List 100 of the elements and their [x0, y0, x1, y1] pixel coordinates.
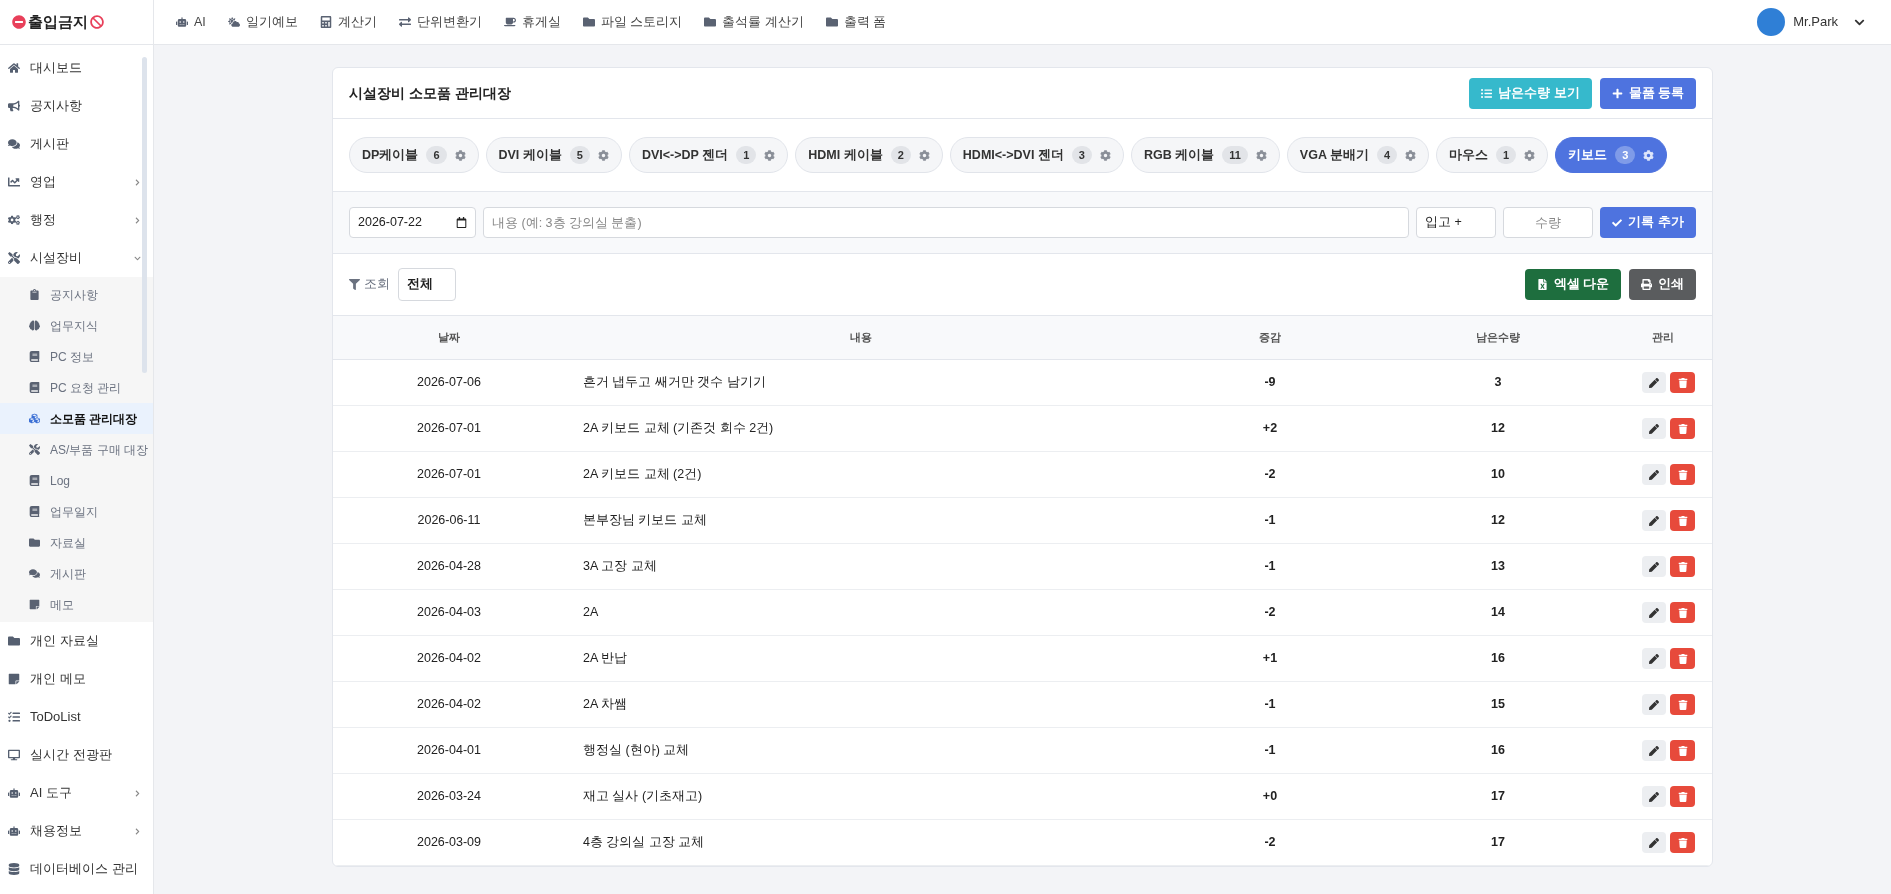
nav-link[interactable]: 일기예보 — [227, 12, 298, 32]
table-cell-text: 3A 고장 교체 — [582, 558, 658, 576]
edit-button[interactable] — [1642, 464, 1666, 485]
pencil-icon — [1649, 791, 1659, 802]
edit-button[interactable] — [1642, 694, 1666, 715]
delete-button[interactable] — [1670, 372, 1695, 393]
submenu-item[interactable]: 게시판 — [0, 558, 153, 589]
settings-icon[interactable] — [597, 149, 609, 161]
table-cell-text: 2026-07-01 — [417, 466, 481, 484]
delete-button[interactable] — [1670, 740, 1695, 761]
settings-icon[interactable] — [918, 149, 930, 161]
edit-button[interactable] — [1642, 648, 1666, 669]
count-badge: 1 — [1496, 146, 1517, 164]
pencil-icon — [1649, 837, 1659, 848]
quantity-input[interactable]: 수량 — [1503, 207, 1593, 238]
edit-button[interactable] — [1642, 740, 1666, 761]
edit-button[interactable] — [1642, 418, 1666, 439]
settings-icon[interactable] — [1643, 149, 1655, 161]
sidebar-item[interactable]: 개인 자료실 — [0, 622, 153, 660]
delete-button[interactable] — [1670, 786, 1695, 807]
edit-button[interactable] — [1642, 602, 1666, 623]
submenu-item[interactable]: PC 요청 관리 — [0, 372, 153, 403]
delete-button[interactable] — [1670, 510, 1695, 531]
delete-button[interactable] — [1670, 694, 1695, 715]
table-cell-text: 2026-03-24 — [417, 788, 481, 806]
plus-icon — [1611, 87, 1623, 99]
nav-link[interactable]: 계산기 — [319, 12, 377, 32]
trash-icon — [1677, 745, 1688, 756]
delete-button[interactable] — [1670, 832, 1695, 853]
settings-icon[interactable] — [454, 149, 466, 161]
robot-icon — [176, 16, 188, 28]
sidebar-item[interactable]: 행정 — [0, 201, 153, 239]
sidebar-item[interactable]: 채용정보 — [0, 812, 153, 850]
nav-link[interactable]: 파일 스토리지 — [582, 12, 683, 32]
table-cell-text: 행정실 (현아) 교체 — [582, 742, 691, 760]
submenu-item[interactable]: 메모 — [0, 589, 153, 620]
sidebar-item[interactable]: 실시간 전광판 — [0, 736, 153, 774]
sidebar-item[interactable]: AI 도구 — [0, 774, 153, 812]
category-chip[interactable]: DP케이블 6 — [349, 137, 479, 173]
category-chip[interactable]: RGB 케이블 11 — [1130, 137, 1280, 173]
category-chip[interactable]: DVI 케이블 5 — [485, 137, 622, 173]
category-chip[interactable]: 키보드 3 — [1555, 137, 1668, 173]
settings-icon[interactable] — [1405, 149, 1417, 161]
type-select[interactable]: 입고 + — [1416, 207, 1496, 238]
print-button[interactable]: 인쇄 — [1629, 269, 1696, 300]
submenu-item[interactable]: 공지사항 — [0, 279, 153, 310]
nav-link[interactable]: 휴게실 — [503, 12, 561, 32]
excel-button[interactable]: 엑셀 다운 — [1524, 269, 1621, 300]
submenu-item[interactable]: AS/부품 구매 대장 — [0, 434, 153, 465]
category-chip[interactable]: 마우스 1 — [1436, 137, 1549, 173]
edit-button[interactable] — [1642, 510, 1666, 531]
filter-select[interactable]: 전체 — [398, 268, 456, 301]
monitor-icon — [8, 749, 20, 761]
sidebar-item[interactable]: 대시보드 — [0, 49, 153, 87]
table-cell-text: 4층 강의실 고장 교체 — [582, 834, 706, 852]
spreadsheet-icon — [1536, 279, 1548, 290]
sidebar-item[interactable]: ToDoList — [0, 698, 153, 736]
category-chip[interactable]: DVI<->DP 젠더 1 — [628, 137, 789, 173]
edit-button[interactable] — [1642, 832, 1666, 853]
category-chip[interactable]: HDMI<->DVI 젠더 3 — [949, 137, 1124, 173]
category-chip[interactable]: HDMI 케이블 2 — [795, 137, 943, 173]
submenu-item[interactable]: 소모품 관리대장 — [0, 403, 153, 434]
sidebar-item[interactable]: 개인 메모 — [0, 660, 153, 698]
delete-button[interactable] — [1670, 648, 1695, 669]
category-chip[interactable]: VGA 분배기 4 — [1286, 137, 1430, 173]
table-cell-text: 13 — [1491, 558, 1505, 576]
settings-icon[interactable] — [1524, 149, 1536, 161]
sidebar-item[interactable]: 영업 — [0, 163, 153, 201]
date-field[interactable]: 2026-07-22 — [349, 207, 476, 238]
nav-link[interactable]: AI — [176, 12, 206, 32]
table-cell-text: 2A 차쌤 — [582, 696, 629, 714]
sidebar-item[interactable]: 데이터베이스 관리 — [0, 850, 153, 888]
edit-button[interactable] — [1642, 556, 1666, 577]
scrollbar[interactable] — [142, 57, 147, 373]
nav-link[interactable]: 출석률 계산기 — [704, 12, 804, 32]
settings-icon[interactable] — [764, 149, 776, 161]
edit-button[interactable] — [1642, 786, 1666, 807]
edit-button[interactable] — [1642, 372, 1666, 393]
content-input[interactable]: 내용 (예: 3층 강의실 분출) — [483, 207, 1409, 238]
add-record-button[interactable]: 기록 추가 — [1600, 207, 1696, 238]
submenu-item[interactable]: PC 정보 — [0, 341, 153, 372]
submenu-item[interactable]: 업무지식 — [0, 310, 153, 341]
table-cell-text: 2026-03-09 — [417, 834, 481, 852]
settings-icon[interactable] — [1099, 149, 1111, 161]
nav-link[interactable]: 출력 폼 — [825, 12, 887, 32]
delete-button[interactable] — [1670, 556, 1695, 577]
sidebar-item[interactable]: 공지사항 — [0, 87, 153, 125]
delete-button[interactable] — [1670, 464, 1695, 485]
delete-button[interactable] — [1670, 418, 1695, 439]
submenu-item[interactable]: 업무일지 — [0, 496, 153, 527]
settings-icon[interactable] — [1255, 149, 1267, 161]
submenu-item[interactable]: Log — [0, 465, 153, 496]
nav-link[interactable]: 단위변환기 — [398, 12, 482, 32]
action-button[interactable]: 물품 등록 — [1599, 77, 1696, 109]
delete-button[interactable] — [1670, 602, 1695, 623]
avatar[interactable] — [1757, 8, 1786, 36]
submenu-item[interactable]: 자료실 — [0, 527, 153, 558]
sidebar-item[interactable]: 시설장비 — [0, 239, 153, 277]
table-cell-text: -2 — [1264, 466, 1276, 484]
sidebar-item[interactable]: 게시판 — [0, 125, 153, 163]
